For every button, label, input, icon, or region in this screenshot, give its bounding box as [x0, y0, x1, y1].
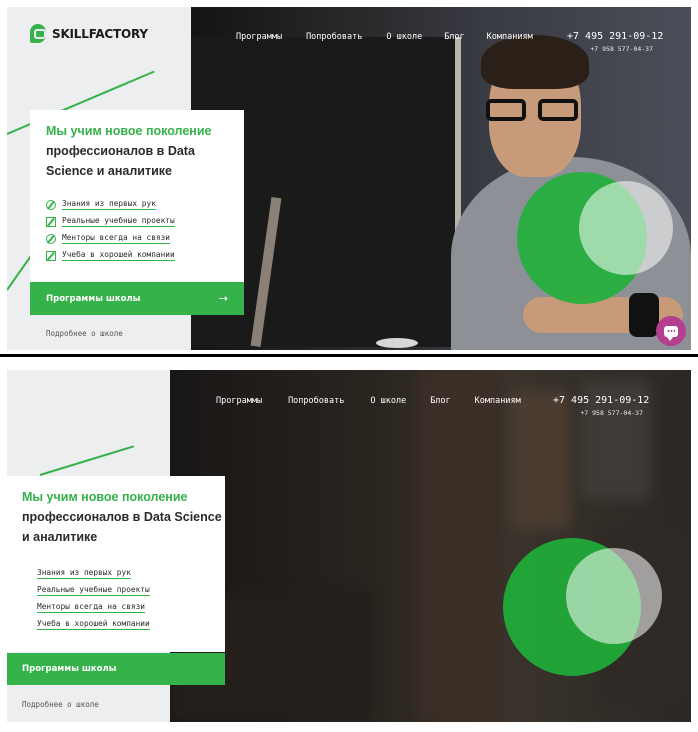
chat-button[interactable] — [656, 316, 686, 346]
feature-list: Знания из первых рук Реальные учебные пр… — [37, 565, 150, 633]
feature-item[interactable]: Учеба в хорошей компании — [37, 616, 150, 633]
about-school-link[interactable]: Подробнее о школе — [22, 700, 99, 709]
phone-secondary[interactable]: +7 958 577-04-37 — [567, 45, 653, 53]
comparison-figure: SKILLFACTORY Программы Попробовать О шко… — [0, 0, 698, 732]
hero-headline: Мы учим новое поколение профессионалов в… — [46, 121, 236, 181]
slash-square-icon — [46, 216, 56, 227]
nav-programs[interactable]: Программы — [236, 32, 282, 42]
feature-item[interactable]: Знания из первых рук — [37, 565, 150, 582]
landing-hero-original: SKILLFACTORY Программы Попробовать О шко… — [7, 7, 691, 350]
feature-item[interactable]: Реальные учебные проекты — [37, 582, 150, 599]
feature-item[interactable]: Реальные учебные проекты — [46, 213, 175, 230]
person-glasses — [486, 99, 586, 121]
mouse-illustration — [376, 338, 418, 348]
nav-programs[interactable]: Программы — [216, 396, 262, 406]
feature-item[interactable]: Менторы всегда на связи — [46, 230, 175, 247]
hero-card: Мы учим новое поколение профессионалов в… — [30, 110, 244, 282]
decor-circle-white — [579, 181, 673, 275]
feature-label: Знания из первых рук — [37, 568, 131, 579]
logo-icon — [30, 24, 46, 43]
chat-bubble-icon — [664, 325, 678, 341]
feature-item[interactable]: Менторы всегда на связи — [37, 599, 150, 616]
arrow-right-icon: → — [218, 292, 228, 305]
phone-block: +7 495 291-09-12 +7 958 577-04-37 — [567, 31, 663, 53]
logo-text: SKILLFACTORY — [52, 26, 148, 41]
feature-label: Реальные учебные проекты — [37, 585, 150, 596]
phone-main[interactable]: +7 495 291-09-12 — [567, 31, 663, 42]
nav-try[interactable]: Попробовать — [288, 396, 344, 406]
slash-circle-icon — [46, 199, 56, 210]
headline-rest: профессионалов в Data Science и аналитик… — [22, 510, 222, 544]
landing-hero-recreation: Программы Попробовать О школе Блог Компа… — [7, 370, 691, 722]
feature-label: Реальные учебные проекты — [62, 216, 175, 227]
wrist-watch — [629, 293, 659, 337]
programs-button[interactable]: Программы школы → — [30, 282, 244, 315]
main-nav: Программы Попробовать О школе Блог Компа… — [236, 32, 533, 42]
feature-label: Менторы всегда на связи — [62, 233, 170, 244]
slash-circle-icon — [46, 233, 56, 244]
feature-label: Менторы всегда на связи — [37, 602, 145, 613]
programs-button-label: Программы школы — [22, 664, 117, 674]
phone-main[interactable]: +7 495 291-09-12 — [553, 395, 649, 406]
slash-square-icon — [46, 250, 56, 261]
nav-about[interactable]: О школе — [386, 32, 422, 42]
nav-about[interactable]: О школе — [370, 396, 406, 406]
main-nav: Программы Попробовать О школе Блог Компа… — [216, 396, 521, 406]
blurred-shelf — [420, 370, 500, 722]
feature-list: Знания из первых рук Реальные учебные пр… — [46, 196, 175, 264]
nav-blog[interactable]: Блог — [430, 396, 450, 406]
nav-companies[interactable]: Компаниям — [487, 32, 533, 42]
programs-button-label: Программы школы — [46, 293, 141, 304]
decor-line — [39, 445, 135, 476]
hero-photo-blurred — [170, 370, 691, 722]
hero-photo — [191, 7, 691, 350]
decor-circle-white — [566, 548, 662, 644]
hero-headline: Мы учим новое поколение профессионалов в… — [22, 487, 222, 547]
brand-logo[interactable]: SKILLFACTORY — [30, 24, 148, 43]
feature-label: Учеба в хорошей компании — [37, 619, 150, 630]
programs-button[interactable]: Программы школы — [7, 653, 225, 685]
headline-rest: профессионалов в Data Science и аналитик… — [46, 144, 195, 178]
phone-block: +7 495 291-09-12 +7 958 577-04-37 — [553, 395, 649, 417]
nav-companies[interactable]: Компаниям — [475, 396, 521, 406]
about-school-link[interactable]: Подробнее о школе — [46, 329, 123, 338]
feature-item[interactable]: Учеба в хорошей компании — [46, 247, 175, 264]
nav-blog[interactable]: Блог — [444, 32, 464, 42]
feature-item[interactable]: Знания из первых рук — [46, 196, 175, 213]
panel-divider — [0, 354, 698, 357]
headline-accent: Мы учим новое поколение — [46, 124, 212, 138]
nav-try[interactable]: Попробовать — [306, 32, 362, 42]
feature-label: Учеба в хорошей компании — [62, 250, 175, 261]
feature-label: Знания из первых рук — [62, 199, 156, 210]
hero-card: Мы учим новое поколение профессионалов в… — [7, 476, 225, 652]
headline-accent: Мы учим новое поколение — [22, 490, 188, 504]
phone-secondary[interactable]: +7 958 577-04-37 — [553, 409, 643, 417]
